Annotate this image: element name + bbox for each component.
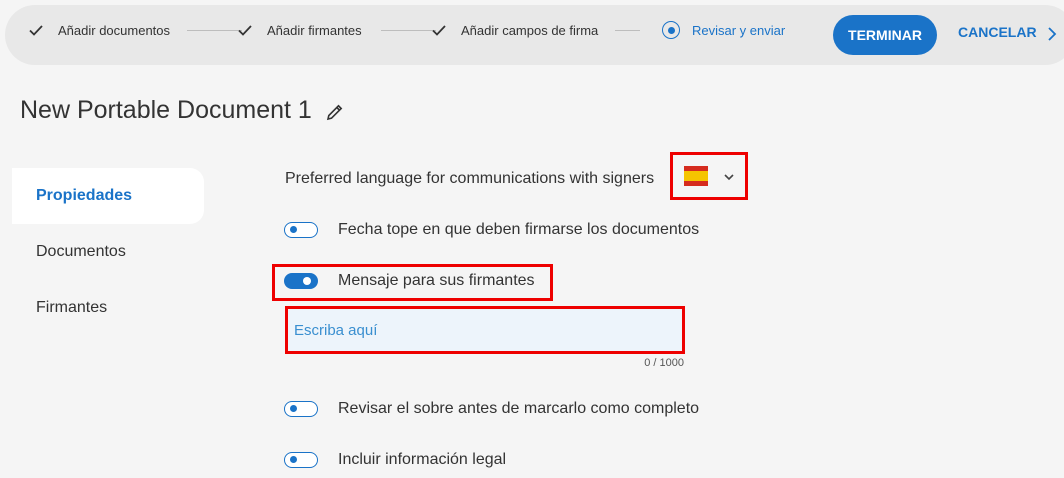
step-label: Añadir campos de firma bbox=[461, 22, 599, 38]
deadline-toggle[interactable] bbox=[284, 222, 318, 238]
message-toggle[interactable] bbox=[284, 273, 318, 289]
step-add-signature-fields[interactable]: Añadir campos de firma bbox=[431, 0, 598, 60]
check-icon bbox=[29, 25, 43, 36]
message-label: Mensaje para sus firmantes bbox=[338, 272, 535, 289]
character-counter: 0 / 1000 bbox=[644, 357, 684, 369]
chevron-right-icon[interactable] bbox=[1047, 27, 1057, 41]
step-review-send[interactable]: Revisar y enviar bbox=[662, 0, 785, 60]
document-title: New Portable Document 1 bbox=[20, 96, 312, 124]
deadline-label: Fecha tope en que deben firmarse los doc… bbox=[338, 221, 700, 238]
message-input[interactable] bbox=[288, 309, 682, 351]
sidebar-item-label: Firmantes bbox=[36, 299, 108, 316]
cancel-button[interactable]: CANCELAR bbox=[958, 24, 1037, 40]
check-icon bbox=[432, 25, 446, 36]
step-add-documents[interactable]: Añadir documentos bbox=[28, 0, 170, 60]
legal-info-toggle[interactable] bbox=[284, 452, 318, 468]
step-add-signers[interactable]: Añadir firmantes bbox=[237, 0, 362, 60]
pencil-icon[interactable] bbox=[325, 102, 345, 122]
review-toggle[interactable] bbox=[284, 401, 318, 417]
sidebar-item-signers[interactable]: Firmantes bbox=[12, 280, 204, 336]
step-divider bbox=[187, 30, 242, 31]
finish-button[interactable]: TERMINAR bbox=[833, 15, 937, 55]
sidebar-item-properties[interactable]: Propiedades bbox=[12, 168, 204, 224]
step-label: Añadir documentos bbox=[58, 22, 171, 38]
step-divider bbox=[381, 30, 436, 31]
step-label: Añadir firmantes bbox=[267, 22, 362, 38]
language-label: Preferred language for communications wi… bbox=[285, 170, 655, 187]
step-label: Revisar y enviar bbox=[692, 22, 786, 38]
language-select[interactable] bbox=[670, 152, 748, 200]
step-divider bbox=[615, 30, 640, 31]
review-label: Revisar el sobre antes de marcarlo como … bbox=[338, 400, 700, 417]
chevron-down-icon bbox=[724, 174, 734, 181]
check-icon bbox=[238, 25, 252, 36]
sidebar-item-label: Documentos bbox=[36, 243, 126, 260]
radio-active-icon bbox=[662, 21, 680, 39]
sidebar-item-documents[interactable]: Documentos bbox=[12, 224, 204, 280]
sidebar-item-label: Propiedades bbox=[36, 187, 133, 204]
legal-info-label: Incluir información legal bbox=[338, 451, 507, 468]
spain-flag-icon bbox=[684, 166, 708, 186]
